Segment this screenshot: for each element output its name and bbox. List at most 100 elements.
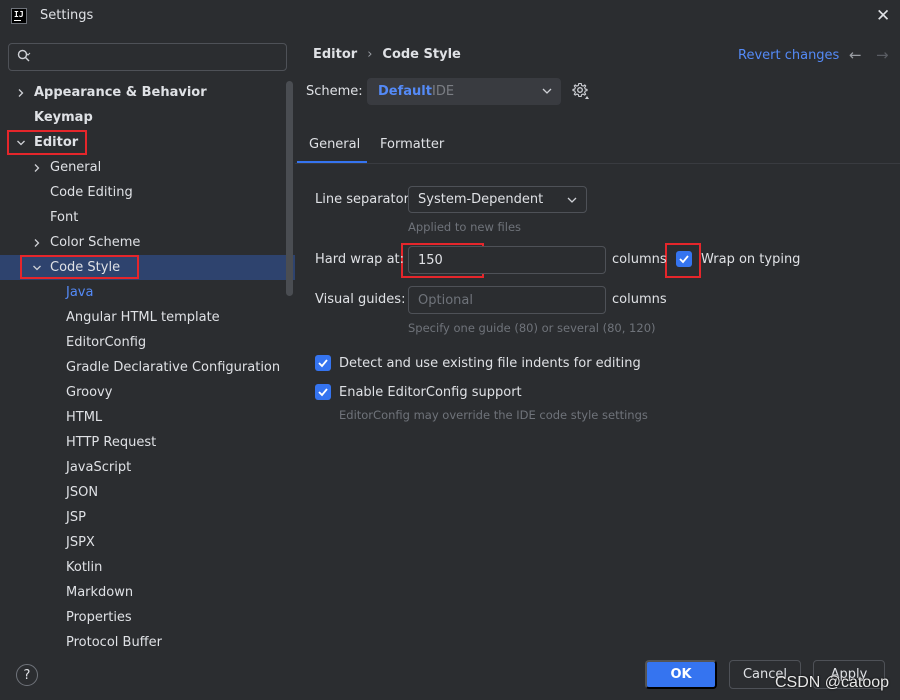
tree-item[interactable]: Angular HTML template — [0, 305, 295, 330]
editorconfig-hint: EditorConfig may override the IDE code s… — [339, 408, 648, 422]
wrap-on-typing-checkbox[interactable] — [676, 251, 692, 267]
revert-changes-link[interactable]: Revert changes — [738, 48, 839, 63]
scheme-dropdown[interactable]: Default IDE — [367, 78, 561, 105]
chevron-right-icon[interactable] — [16, 88, 26, 98]
line-separator-label: Line separator: — [315, 192, 414, 207]
tree-item-label: JSP — [66, 510, 86, 525]
tree-item[interactable]: Code Style — [0, 255, 295, 280]
back-arrow-icon[interactable]: ← — [849, 46, 862, 64]
editorconfig-label[interactable]: Enable EditorConfig support — [339, 385, 522, 400]
tree-item-label: Gradle Declarative Configuration — [66, 360, 281, 375]
tree-item-label: Java — [66, 285, 94, 300]
tree-item-label: Properties — [66, 610, 132, 625]
tree-item[interactable]: Kotlin — [0, 555, 295, 580]
breadcrumb-separator: › — [367, 47, 373, 62]
tree-item[interactable]: HTML — [0, 405, 295, 430]
watermark: CSDN @catoop — [775, 674, 890, 691]
tree-item[interactable]: Groovy — [0, 380, 295, 405]
tree-item[interactable]: JavaScript — [0, 455, 295, 480]
tree-item[interactable]: EditorConfig — [0, 330, 295, 355]
tree-item[interactable]: JSON — [0, 480, 295, 505]
breadcrumb: Editor › Code Style — [313, 47, 461, 62]
chevron-down-icon[interactable] — [32, 263, 42, 273]
tree-item-label: JavaScript — [66, 460, 132, 475]
tree-item-label: Angular HTML template — [66, 310, 220, 325]
tree-item[interactable]: General — [0, 155, 295, 180]
chevron-down-icon — [567, 197, 577, 203]
intellij-logo-icon: IJ — [11, 8, 27, 24]
breadcrumb-code-style: Code Style — [382, 47, 461, 62]
tree-item-label: HTML — [66, 410, 103, 425]
line-separator-dropdown[interactable]: System-Dependent — [408, 186, 587, 213]
tree-item[interactable]: Markdown — [0, 580, 295, 605]
wrap-on-typing-label[interactable]: Wrap on typing — [701, 252, 800, 267]
tree-item-label: JSON — [66, 485, 99, 500]
tree-item-label: Kotlin — [66, 560, 103, 575]
tree-item[interactable]: Gradle Declarative Configuration — [0, 355, 295, 380]
tree-item-label: Protocol Buffer — [66, 635, 162, 650]
help-button[interactable]: ? — [16, 664, 38, 686]
search-input[interactable] — [35, 46, 283, 68]
forward-arrow-icon[interactable]: → — [876, 46, 889, 64]
tree-item[interactable]: Appearance & Behavior — [0, 80, 295, 105]
tree-item-label: Code Editing — [50, 185, 133, 200]
detect-indents-checkbox[interactable] — [315, 355, 331, 371]
sidebar-scrollbar[interactable] — [286, 81, 293, 296]
tree-item-label: HTTP Request — [66, 435, 157, 450]
search-icon — [17, 49, 31, 62]
tree-item-label: EditorConfig — [66, 335, 147, 350]
tree-item-label: Appearance & Behavior — [34, 85, 207, 100]
title-bar: IJ Settings ✕ — [0, 0, 900, 33]
editorconfig-checkbox[interactable] — [315, 384, 331, 400]
tree-item-label: Keymap — [34, 110, 93, 125]
ok-button[interactable]: OK — [645, 660, 717, 689]
tree-item-label: Markdown — [66, 585, 134, 600]
close-icon[interactable]: ✕ — [876, 6, 890, 26]
scheme-name: Default — [378, 84, 432, 99]
tree-item[interactable]: Properties — [0, 605, 295, 630]
tree-item[interactable]: Java — [0, 280, 295, 305]
scheme-label: Scheme: — [306, 84, 363, 99]
settings-sidebar: Appearance & Behavior Keymap Editor General… — [0, 33, 295, 655]
scheme-type: IDE — [432, 84, 455, 99]
tree-item[interactable]: Font — [0, 205, 295, 230]
tree-item[interactable]: Code Editing — [0, 180, 295, 205]
tab-formatter[interactable]: Formatter — [380, 137, 444, 152]
line-separator-hint: Applied to new files — [408, 220, 522, 234]
tree-item-label: Groovy — [66, 385, 113, 400]
visual-guides-input[interactable] — [408, 286, 606, 314]
visual-guides-hint: Specify one guide (80) or several (80, 1… — [408, 321, 656, 335]
hard-wrap-columns-label: columns — [612, 252, 667, 267]
detect-indents-label[interactable]: Detect and use existing file indents for… — [339, 356, 641, 371]
tree-item-label: General — [50, 160, 102, 175]
tree-item-label: Editor — [34, 135, 79, 150]
tab-general[interactable]: General — [309, 137, 360, 152]
chevron-down-icon — [542, 88, 552, 94]
hard-wrap-label: Hard wrap at: — [315, 252, 405, 267]
chevron-right-icon[interactable] — [32, 238, 42, 248]
tree-item-label: Code Style — [50, 260, 121, 275]
window-title: Settings — [40, 8, 94, 23]
visual-guides-columns-label: columns — [612, 292, 667, 307]
gear-icon[interactable] — [572, 82, 590, 100]
tree-item-label: Color Scheme — [50, 235, 141, 250]
tree-item[interactable]: JSPX — [0, 530, 295, 555]
tree-item[interactable]: Protocol Buffer — [0, 630, 295, 655]
chevron-down-icon[interactable] — [16, 138, 26, 148]
tree-item[interactable]: Editor — [0, 130, 295, 155]
checkmark-icon — [318, 388, 328, 397]
tree-item[interactable]: Keymap — [0, 105, 295, 130]
visual-guides-label: Visual guides: — [315, 292, 406, 307]
breadcrumb-editor[interactable]: Editor — [313, 47, 357, 62]
tabs-divider — [295, 163, 900, 164]
hard-wrap-input[interactable] — [408, 246, 606, 274]
tree-item-label: Font — [50, 210, 79, 225]
tree-item[interactable]: HTTP Request — [0, 430, 295, 455]
search-box[interactable] — [8, 43, 287, 71]
tree-item-label: JSPX — [66, 535, 95, 550]
line-separator-value: System-Dependent — [418, 192, 544, 207]
chevron-right-icon[interactable] — [32, 163, 42, 173]
checkmark-icon — [679, 255, 689, 264]
tree-item[interactable]: JSP — [0, 505, 295, 530]
tree-item[interactable]: Color Scheme — [0, 230, 295, 255]
